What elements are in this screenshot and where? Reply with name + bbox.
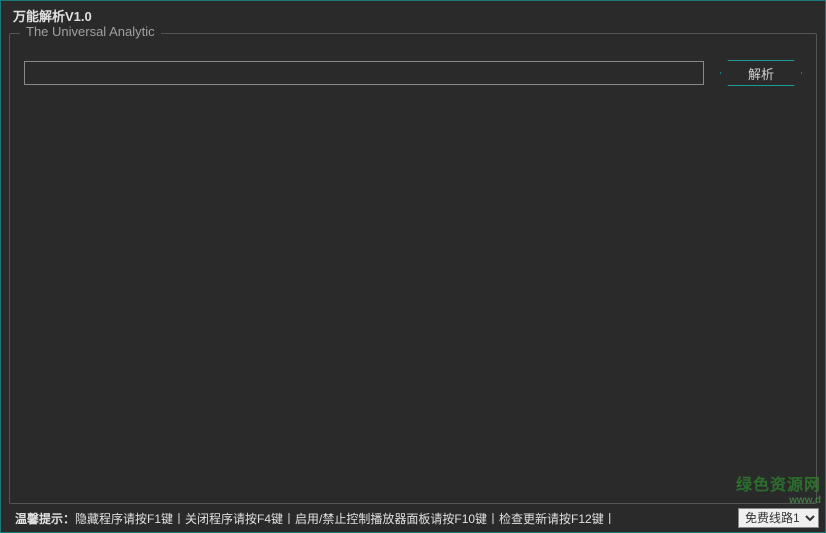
url-input[interactable] [24,61,704,85]
hints-prefix: 温馨提示： [15,512,75,526]
parse-button[interactable]: 解析 [720,60,802,86]
watermark-sub: www.d [736,495,821,506]
hints-body: 隐藏程序请按F1键丨关闭程序请按F4键丨启用/禁止控制播放器面板请按F10键丨检… [75,512,616,526]
watermark: 绿色资源网 www.d [736,471,821,506]
input-row: 解析 [10,34,816,86]
hints-text: 温馨提示：隐藏程序请按F1键丨关闭程序请按F4键丨启用/禁止控制播放器面板请按F… [15,510,616,527]
group-title: The Universal Analytic [20,24,161,39]
window-title: 万能解析V1.0 [13,6,92,25]
main-group-box: The Universal Analytic 解析 [9,33,817,504]
statusbar: 温馨提示：隐藏程序请按F1键丨关闭程序请按F4键丨启用/禁止控制播放器面板请按F… [1,508,825,532]
watermark-main: 绿色资源网 [736,477,821,494]
line-select[interactable]: 免费线路1 [738,508,819,528]
